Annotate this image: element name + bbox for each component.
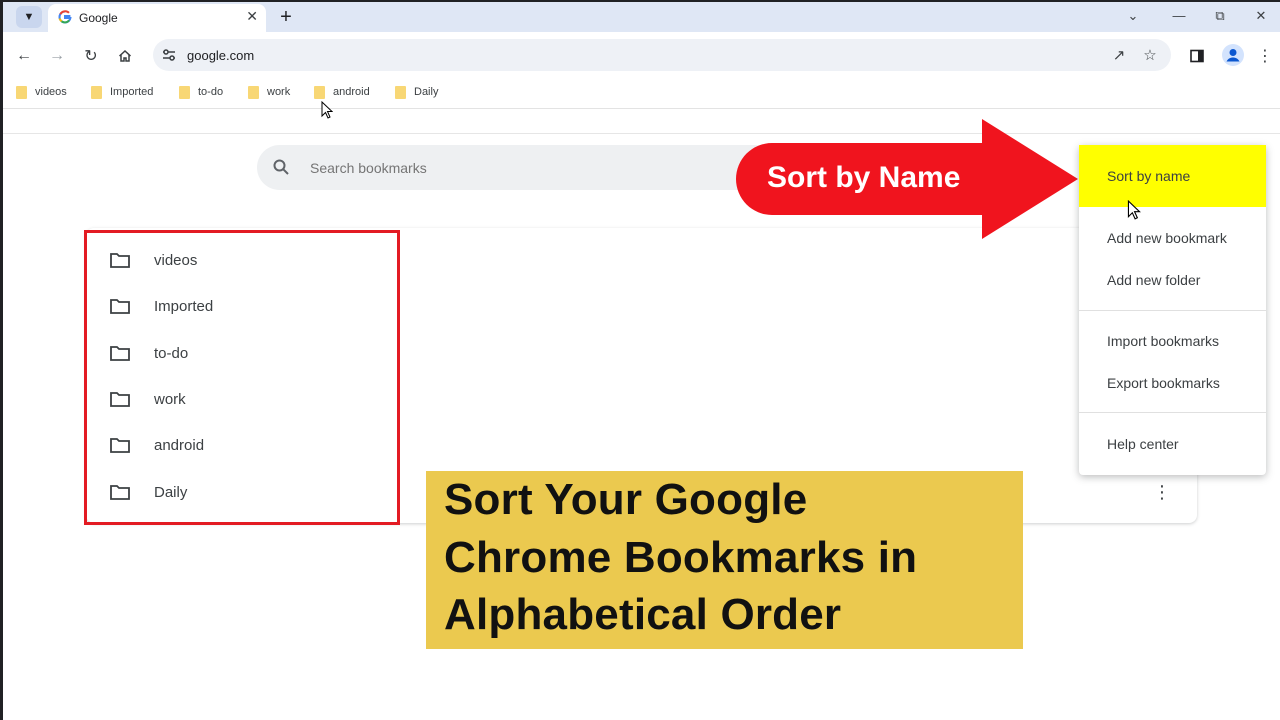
tab-search-button[interactable]: ▼ [16, 6, 42, 28]
bookmark-folder-row[interactable]: to-do [110, 341, 188, 365]
forward-icon[interactable]: → [46, 45, 68, 67]
arrow-label: Sort by Name [767, 161, 961, 194]
folder-icon [110, 253, 130, 268]
more-menu-icon[interactable]: ⋮ [1254, 45, 1276, 67]
folder-label: Imported [154, 297, 214, 315]
back-icon[interactable]: ← [13, 45, 35, 67]
restore-icon[interactable]: ⧉ [1210, 8, 1230, 24]
search-icon [273, 159, 289, 175]
row-more-actions-icon[interactable]: ⋮ [1153, 481, 1171, 503]
menu-item-help-center[interactable]: Help center [1079, 423, 1266, 465]
folder-label: android [154, 436, 205, 454]
bookmark-bar-item[interactable]: Imported [91, 83, 153, 101]
browser-toolbar: ← → ↻ google.com ↗ ☆ ⋮ [3, 32, 1280, 78]
folder-icon [110, 392, 130, 407]
toolbar-divider [3, 133, 1280, 134]
bookmark-folder-row[interactable]: Imported [110, 294, 213, 318]
home-icon[interactable] [114, 45, 136, 67]
address-bar[interactable]: google.com ↗ ☆ [153, 39, 1171, 71]
folder-icon [110, 485, 130, 500]
mouse-cursor-icon [1127, 200, 1141, 220]
chevron-down-icon: ▼ [23, 11, 35, 23]
banner-line-3: Alphabetical Order [444, 590, 842, 639]
folder-icon [110, 346, 130, 361]
folder-icon [179, 85, 190, 99]
bookmark-folder-row[interactable]: videos [110, 248, 197, 272]
search-bookmarks-box [257, 145, 777, 190]
folder-icon [91, 85, 102, 99]
folder-label: to-do [154, 344, 189, 362]
folder-label: videos [154, 251, 198, 269]
menu-separator [1079, 310, 1266, 311]
tab-google[interactable]: Google ✕ [48, 4, 266, 32]
side-panel-icon[interactable] [1186, 45, 1208, 67]
bookmarks-bar: videos Imported to-do work android Daily [3, 78, 1280, 109]
folder-label: work [154, 390, 186, 408]
bookmark-bar-label: Daily [414, 86, 439, 98]
folder-icon [395, 85, 406, 99]
reload-icon[interactable]: ↻ [80, 45, 102, 67]
menu-item-export-bookmarks[interactable]: Export bookmarks [1079, 362, 1266, 404]
google-logo-icon [58, 10, 72, 24]
person-icon [1226, 49, 1240, 62]
bookmark-bar-item[interactable]: videos [16, 83, 67, 101]
search-input[interactable] [308, 156, 712, 180]
tab-strip: ▼ Google ✕ + ⌄ — ⧉ ✕ [3, 2, 1280, 32]
folder-icon [110, 299, 130, 314]
bookmark-bar-label: android [333, 86, 370, 98]
highlight-box [84, 230, 400, 525]
banner-line-1: Sort Your Google [444, 475, 808, 524]
banner-line-2: Chrome Bookmarks in [444, 533, 918, 582]
close-window-icon[interactable]: ✕ [1251, 8, 1271, 24]
menu-item-add-new-folder[interactable]: Add new folder [1079, 259, 1266, 301]
bookmark-bar-item[interactable]: work [248, 83, 290, 101]
folder-icon [314, 85, 325, 99]
menu-separator [1079, 412, 1266, 413]
tab-close-icon[interactable]: ✕ [246, 8, 258, 25]
tab-title: Google [79, 11, 118, 25]
menu-item-import-bookmarks[interactable]: Import bookmarks [1079, 320, 1266, 362]
folder-icon [248, 85, 259, 99]
bookmark-bar-item[interactable]: Daily [395, 83, 438, 101]
bookmark-bar-item[interactable]: android [314, 83, 370, 101]
bookmark-bar-label: to-do [198, 86, 224, 98]
bookmark-folder-row[interactable]: work [110, 387, 186, 411]
mouse-cursor-icon [321, 101, 333, 119]
organize-menu: Sort by name Add new bookmark Add new fo… [1079, 145, 1266, 475]
bookmark-folder-row[interactable]: Daily [110, 480, 187, 504]
menu-item-sort-by-name[interactable]: Sort by name [1079, 145, 1266, 207]
title-banner: Sort Your Google Chrome Bookmarks in Alp… [426, 471, 1023, 649]
tab-list-chevron-icon[interactable]: ⌄ [1123, 8, 1143, 24]
menu-item-add-new-bookmark[interactable]: Add new bookmark [1079, 217, 1266, 259]
bookmark-bar-label: videos [35, 86, 67, 98]
minimize-icon[interactable]: — [1169, 8, 1189, 23]
plus-icon: + [280, 5, 292, 28]
bookmark-bar-label: Imported [110, 86, 154, 98]
folder-label: Daily [154, 483, 188, 501]
profile-avatar[interactable] [1222, 44, 1244, 66]
bookmark-folder-row[interactable]: android [110, 433, 204, 457]
bookmark-star-icon[interactable]: ☆ [1141, 46, 1159, 64]
bookmark-bar-item[interactable]: to-do [179, 83, 223, 101]
bookmark-bar-label: work [267, 86, 291, 98]
share-icon[interactable]: ↗ [1110, 46, 1128, 64]
site-info-icon[interactable] [162, 48, 176, 62]
folder-icon [16, 85, 27, 99]
new-tab-button[interactable]: + [275, 6, 297, 28]
folder-icon [110, 438, 130, 453]
url-text: google.com [187, 48, 255, 63]
